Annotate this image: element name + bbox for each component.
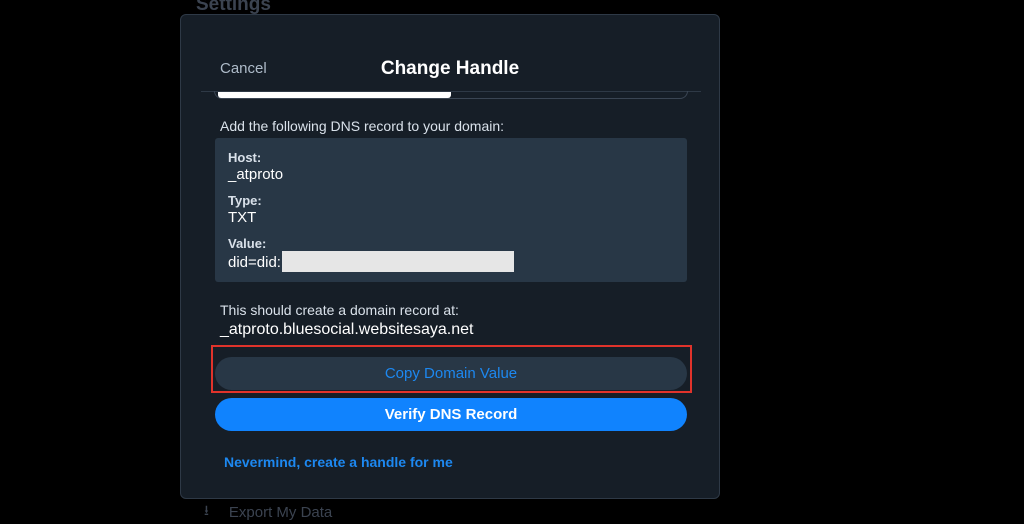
change-handle-dialog: Cancel Change Handle Add the following D… — [180, 14, 720, 499]
host-label: Host: — [228, 150, 262, 165]
type-label: Type: — [228, 193, 262, 208]
value-prefix: did=did: — [228, 254, 281, 271]
type-value: TXT — [228, 209, 257, 226]
dns-instruction: Add the following DNS record to your dom… — [220, 118, 505, 134]
record-intro: This should create a domain record at: — [220, 302, 459, 318]
nevermind-link[interactable]: Nevermind, create a handle for me — [224, 454, 453, 470]
tab-selector-active[interactable] — [218, 92, 451, 98]
redacted-did — [281, 251, 514, 272]
export-my-data-item[interactable]: ⭳ Export My Data — [204, 500, 332, 524]
download-icon: ⭳ — [204, 502, 209, 518]
verify-dns-record-button[interactable]: Verify DNS Record — [215, 398, 687, 431]
record-domain: _atproto.bluesocial.websitesaya.net — [220, 321, 474, 338]
dialog-title: Change Handle — [380, 58, 520, 79]
host-value: _atproto — [228, 166, 284, 183]
export-my-data-label: Export My Data — [228, 503, 333, 521]
dns-record-box: Host: _atproto Type: TXT Value: did=did: — [215, 138, 687, 282]
highlight-annotation — [211, 345, 692, 393]
value-field: did=did: — [228, 251, 514, 272]
value-label: Value: — [228, 236, 267, 251]
